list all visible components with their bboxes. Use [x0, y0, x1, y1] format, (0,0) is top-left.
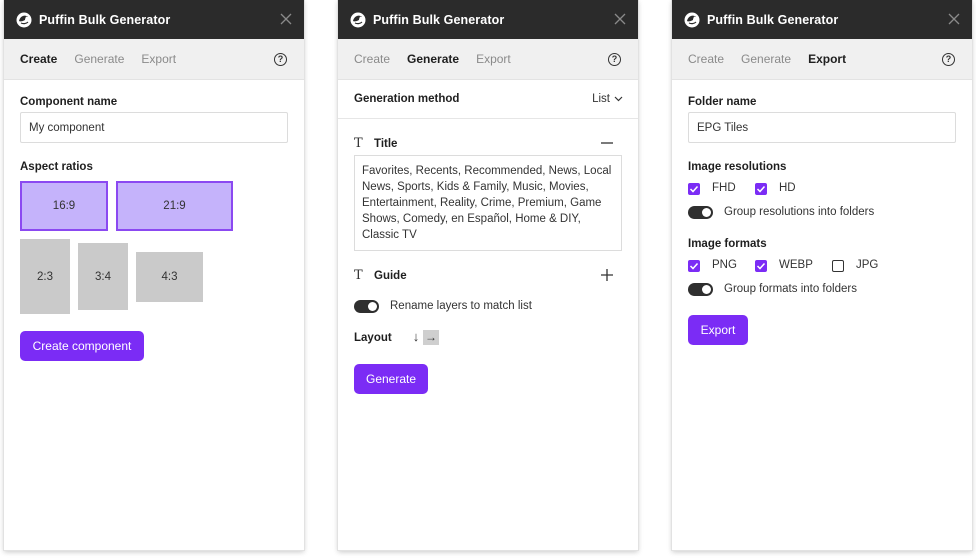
hd-label: HD — [779, 182, 796, 194]
webp-checkbox[interactable] — [755, 260, 767, 272]
tab-create[interactable]: Create — [354, 52, 390, 66]
create-component-button[interactable]: Create component — [20, 331, 144, 361]
checkmark-icon — [756, 185, 766, 193]
text-type-icon: T — [354, 268, 363, 283]
folder-name-label: Folder name — [688, 96, 757, 108]
help-icon[interactable]: ? — [942, 53, 955, 66]
title-section-header: T Title — [354, 136, 622, 151]
group-formats-toggle[interactable] — [688, 283, 713, 296]
generation-method-label: Generation method — [354, 93, 460, 105]
png-label: PNG — [712, 259, 737, 271]
tab-generate[interactable]: Generate — [741, 52, 791, 66]
ratio-label: 2:3 — [37, 270, 53, 283]
app-title: Puffin Bulk Generator — [373, 12, 505, 27]
title-bar: Puffin Bulk Generator — [338, 0, 638, 39]
checkmark-icon — [689, 185, 699, 193]
plugin-panel-create: Puffin Bulk Generator Create Generate Ex… — [4, 0, 304, 550]
generate-content: Generation method List T Title Favorites… — [338, 80, 638, 550]
ratio-4-3[interactable]: 4:3 — [136, 252, 203, 302]
group-resolutions-label: Group resolutions into folders — [724, 206, 875, 218]
close-icon[interactable] — [948, 13, 960, 25]
plugin-panel-export: Puffin Bulk Generator Create Generate Ex… — [672, 0, 972, 550]
title-section-label: Title — [374, 137, 398, 150]
ratio-label: 3:4 — [95, 270, 111, 283]
hd-checkbox[interactable] — [755, 183, 767, 195]
jpg-label: JPG — [856, 259, 879, 271]
webp-label: WEBP — [779, 259, 813, 271]
tab-create[interactable]: Create — [688, 52, 724, 66]
toggle-knob — [368, 302, 377, 311]
image-resolutions-label: Image resolutions — [688, 161, 787, 173]
help-icon[interactable]: ? — [608, 53, 621, 66]
image-formats-label: Image formats — [688, 238, 767, 250]
app-title: Puffin Bulk Generator — [707, 12, 839, 27]
tab-bar: Create Generate Export ? — [338, 39, 638, 80]
toggle-knob — [702, 208, 711, 217]
layout-vertical-arrow-icon[interactable]: ↓ — [409, 329, 423, 345]
layout-label: Layout — [354, 332, 392, 344]
puffin-logo-icon — [16, 12, 32, 27]
tab-bar: Create Generate Export ? — [672, 39, 972, 80]
tab-bar: Create Generate Export ? — [4, 39, 304, 80]
minus-icon[interactable] — [601, 142, 613, 144]
group-resolutions-toggle[interactable] — [688, 206, 713, 219]
checkmark-icon — [689, 262, 699, 270]
ratio-2-3[interactable]: 2:3 — [20, 239, 70, 314]
generate-button[interactable]: Generate — [354, 364, 428, 394]
folder-name-input[interactable] — [688, 112, 956, 143]
guide-section-label: Guide — [374, 269, 407, 282]
help-icon[interactable]: ? — [274, 53, 287, 66]
app-title: Puffin Bulk Generator — [39, 12, 171, 27]
tab-create[interactable]: Create — [20, 52, 57, 66]
plus-icon[interactable] — [601, 269, 613, 281]
tab-generate[interactable]: Generate — [407, 52, 459, 66]
generation-method-select[interactable]: List — [592, 93, 610, 105]
rename-layers-toggle[interactable] — [354, 300, 379, 313]
fhd-label: FHD — [712, 182, 736, 194]
checkmark-icon — [756, 262, 766, 270]
tab-export[interactable]: Export — [141, 52, 176, 66]
guide-section-header: T Guide — [354, 268, 622, 283]
title-bar: Puffin Bulk Generator — [4, 0, 304, 39]
puffin-logo-icon — [350, 12, 366, 27]
chevron-down-icon — [614, 96, 623, 102]
toggle-knob — [702, 285, 711, 294]
jpg-checkbox[interactable] — [832, 260, 844, 272]
text-type-icon: T — [354, 136, 363, 151]
tab-generate[interactable]: Generate — [74, 52, 124, 66]
ratio-16-9[interactable]: 16:9 — [20, 181, 108, 231]
component-name-label: Component name — [20, 96, 118, 108]
tab-export[interactable]: Export — [476, 52, 511, 66]
component-name-input[interactable] — [20, 112, 288, 143]
puffin-logo-icon — [684, 12, 700, 27]
ratio-3-4[interactable]: 3:4 — [78, 243, 128, 310]
plugin-panel-generate: Puffin Bulk Generator Create Generate Ex… — [338, 0, 638, 550]
fhd-checkbox[interactable] — [688, 183, 700, 195]
title-list-textarea[interactable]: Favorites, Recents, Recommended, News, L… — [354, 155, 622, 251]
png-checkbox[interactable] — [688, 260, 700, 272]
ratio-label: 16:9 — [52, 200, 76, 212]
aspect-ratios-label: Aspect ratios — [20, 161, 93, 173]
layout-horizontal-arrow-icon[interactable]: → — [423, 330, 439, 345]
group-formats-label: Group formats into folders — [724, 283, 857, 295]
title-bar: Puffin Bulk Generator — [672, 0, 972, 39]
close-icon[interactable] — [280, 13, 292, 25]
generation-method-row[interactable]: Generation method List — [338, 80, 638, 119]
ratio-21-9[interactable]: 21:9 — [116, 181, 233, 231]
export-button[interactable]: Export — [688, 315, 748, 345]
close-icon[interactable] — [614, 13, 626, 25]
rename-layers-label: Rename layers to match list — [390, 300, 532, 312]
tab-export[interactable]: Export — [808, 52, 846, 66]
ratio-label: 21:9 — [163, 200, 186, 212]
ratio-label: 4:3 — [161, 271, 178, 283]
